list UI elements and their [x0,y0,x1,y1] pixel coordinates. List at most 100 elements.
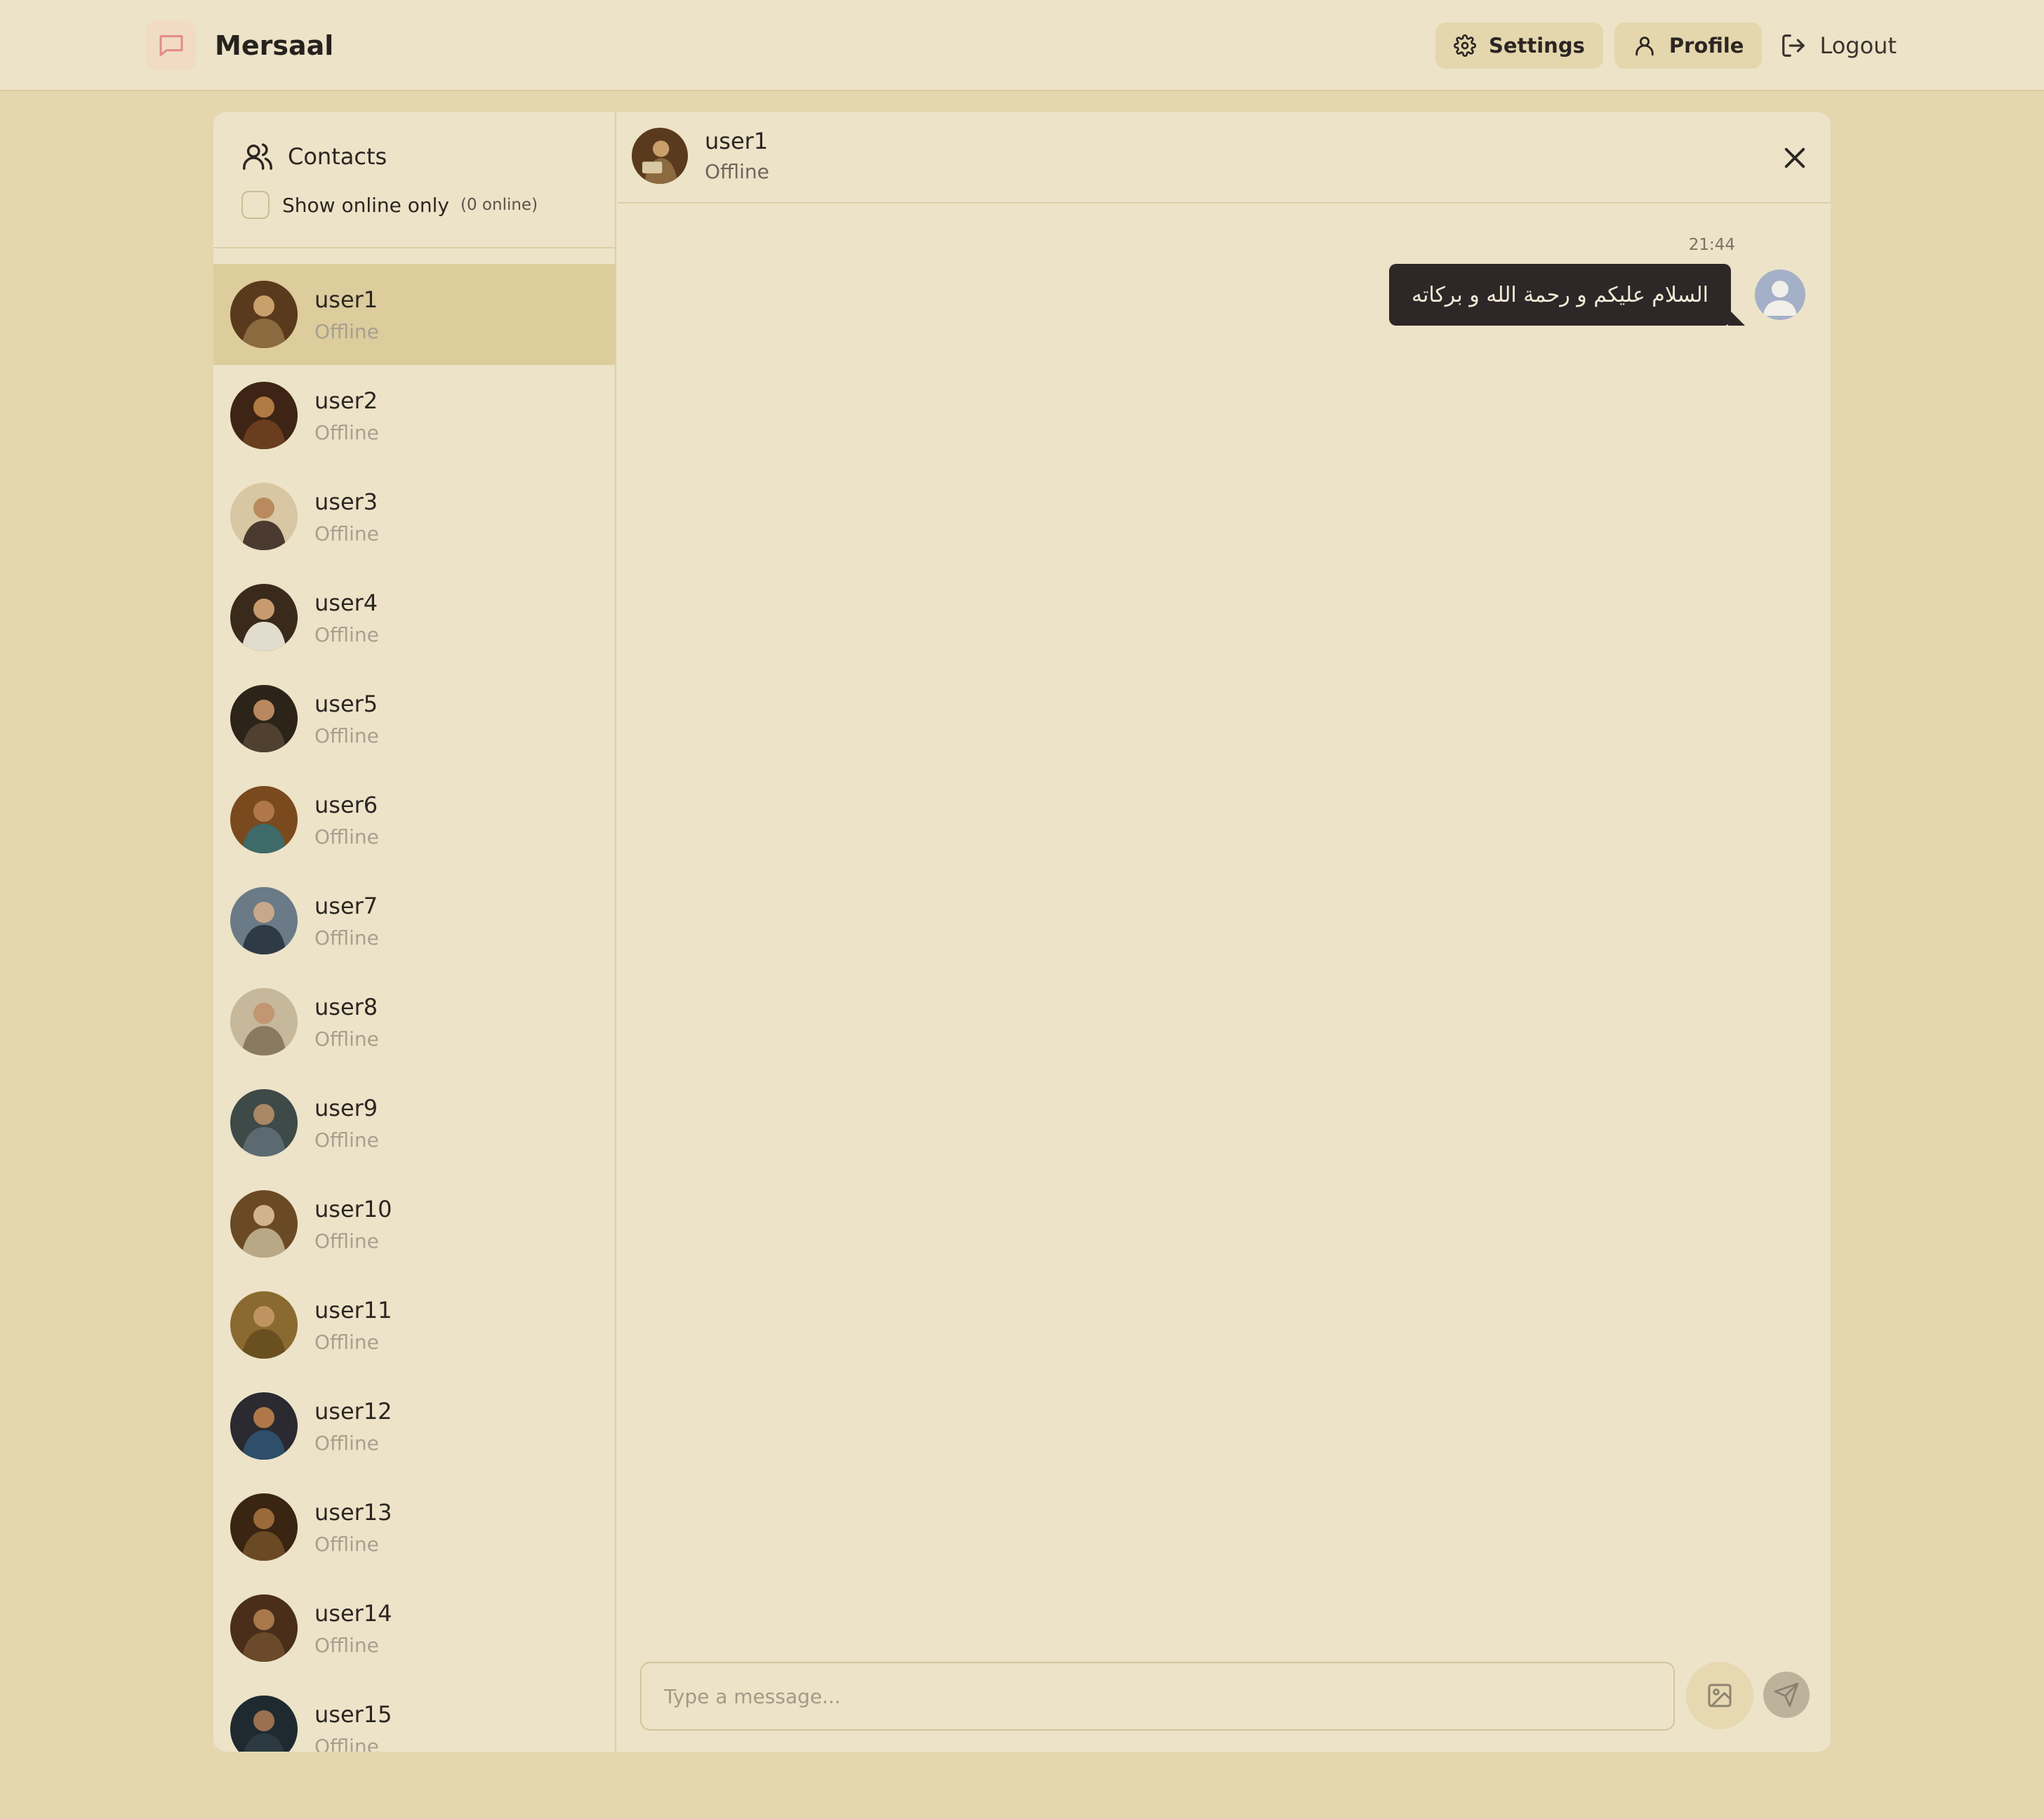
contact-status: Offline [314,1431,379,1455]
contact-status: Offline [314,319,379,343]
settings-button[interactable]: Settings [1435,22,1603,69]
contacts-title-text: Contacts [288,143,387,170]
contact-status: Offline [314,1633,379,1657]
chat-bubble-icon [146,20,197,71]
contact-info: user9 Offline [314,1095,379,1152]
profile-button[interactable]: Profile [1614,22,1763,69]
contact-avatar [230,1291,298,1359]
attach-image-button[interactable] [1686,1662,1753,1729]
user-icon [1635,36,1654,56]
contact-status: Offline [314,1128,379,1152]
logout-label: Logout [1819,32,1897,59]
contacts-header: Contacts Show online only (0 online) [213,112,615,248]
contact-info: user6 Offline [314,792,379,848]
contact-item[interactable]: user13 Offline [213,1477,615,1578]
message-row: السلام عليكم و رحمة الله و بركاته [1388,264,1805,326]
contact-item[interactable]: user1 Offline [213,264,615,365]
contact-list[interactable]: user1 Offline user2 Offline user3 Offline user… [213,264,615,1752]
contact-avatar [230,1695,298,1752]
contact-avatar [230,685,298,752]
contact-item[interactable]: user3 Offline [213,466,615,567]
contact-item[interactable]: user5 Offline [213,668,615,769]
contact-info: user5 Offline [314,691,379,747]
close-icon [1784,147,1805,168]
contact-avatar [230,1089,298,1157]
users-icon [243,143,272,170]
show-online-checkbox[interactable] [241,191,270,219]
contact-name: user13 [314,1498,392,1526]
show-online-label: Show online only [282,193,449,217]
top-navbar: Mersaal Settings Profile Logout [0,0,2044,91]
contact-item[interactable]: user11 Offline [213,1274,615,1375]
logout-icon [1782,34,1805,57]
logout-button[interactable]: Logout [1773,22,1904,69]
contact-avatar [230,483,298,550]
contact-name: user5 [314,690,378,717]
chat-container: Contacts Show online only (0 online) use… [213,112,1831,1752]
contact-status: Offline [314,420,379,444]
contact-name: user4 [314,589,378,616]
message-list[interactable]: 21:44 السلام عليكم و رحمة الله و بركاته [618,205,1831,1749]
contact-item[interactable]: user9 Offline [213,1072,615,1173]
message-composer [640,1662,1810,1731]
contacts-title: Contacts [241,140,387,173]
contact-item[interactable]: user4 Offline [213,567,615,668]
message-bubble[interactable]: السلام عليكم و رحمة الله و بركاته [1388,264,1746,326]
chat-user-info: user1 Offline [705,128,769,183]
contact-avatar [230,887,298,954]
show-online-toggle[interactable]: Show online only (0 online) [241,191,538,219]
contact-item[interactable]: user12 Offline [213,1375,615,1477]
contact-info: user2 Offline [314,387,379,444]
contact-avatar [230,988,298,1055]
contact-avatar [230,1190,298,1258]
contact-info: user11 Offline [314,1297,392,1354]
contact-status: Offline [314,1027,379,1051]
contact-name: user1 [314,286,378,313]
contact-status: Offline [314,926,379,950]
contact-avatar [230,1594,298,1662]
contact-item[interactable]: user2 Offline [213,365,615,466]
contact-item[interactable]: user14 Offline [213,1578,615,1679]
message-timestamp: 21:44 [1688,236,1735,254]
settings-label: Settings [1488,34,1585,58]
online-count: (0 online) [460,196,538,214]
brand[interactable]: Mersaal [146,20,333,72]
contact-info: user14 Offline [314,1600,392,1657]
send-button[interactable] [1763,1672,1810,1718]
app-name: Mersaal [215,30,334,61]
contact-status: Offline [314,724,379,747]
contact-status: Offline [314,521,379,545]
contact-avatar [230,281,298,348]
contact-item[interactable]: user8 Offline [213,971,615,1072]
contact-info: user1 Offline [314,286,379,343]
chat-user-status: Offline [705,160,769,183]
contact-info: user3 Offline [314,488,379,545]
contact-avatar [230,382,298,449]
nav-actions: Settings Profile Logout [1435,22,1904,69]
close-chat-button[interactable] [1780,143,1810,173]
contact-name: user8 [314,993,378,1020]
contact-name: user11 [314,1296,392,1324]
contact-info: user13 Offline [314,1499,392,1556]
contact-info: user4 Offline [314,589,379,646]
contact-name: user2 [314,387,378,414]
contact-status: Offline [314,622,379,646]
contact-name: user15 [314,1700,392,1728]
contact-status: Offline [314,1734,379,1752]
contact-name: user10 [314,1195,392,1222]
contact-item[interactable]: user7 Offline [213,870,615,971]
contact-name: user12 [314,1397,392,1425]
contact-avatar [230,1392,298,1460]
contact-info: user8 Offline [314,994,379,1051]
contact-item[interactable]: user15 Offline [213,1679,615,1752]
contact-name: user3 [314,488,378,515]
chat-header: user1 Offline [618,112,1831,204]
contacts-sidebar: Contacts Show online only (0 online) use… [213,112,616,1752]
contact-item[interactable]: user10 Offline [213,1173,615,1274]
contact-status: Offline [314,825,379,848]
contact-avatar [230,584,298,651]
contact-item[interactable]: user6 Offline [213,769,615,870]
image-icon [1708,1684,1732,1707]
gear-icon [1454,34,1476,57]
message-input[interactable] [640,1662,1675,1731]
